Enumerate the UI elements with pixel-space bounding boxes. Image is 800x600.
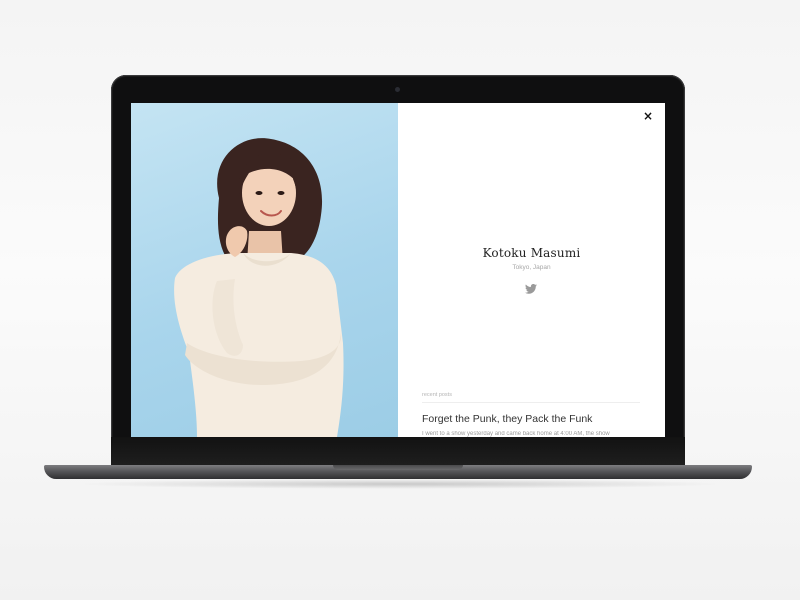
laptop-chin [111,437,685,465]
laptop-shadow [70,479,730,489]
webcam-icon [395,87,400,92]
laptop-hinge-notch [333,465,463,470]
laptop-screen: × Kotoku Masumi Tokyo, Japan recent post… [131,103,665,437]
section-divider [422,402,640,403]
profile-photo [131,103,398,437]
profile-name: Kotoku Masumi [482,246,581,260]
close-icon[interactable]: × [641,109,655,123]
portrait-illustration [174,138,344,437]
recent-posts-label: recent posts [422,392,452,398]
profile-location: Tokyo, Japan [512,264,551,271]
profile-panel: × Kotoku Masumi Tokyo, Japan recent post… [398,103,665,437]
twitter-icon[interactable] [525,281,537,294]
post-title-link[interactable]: Forget the Punk, they Pack the Funk [422,413,592,425]
